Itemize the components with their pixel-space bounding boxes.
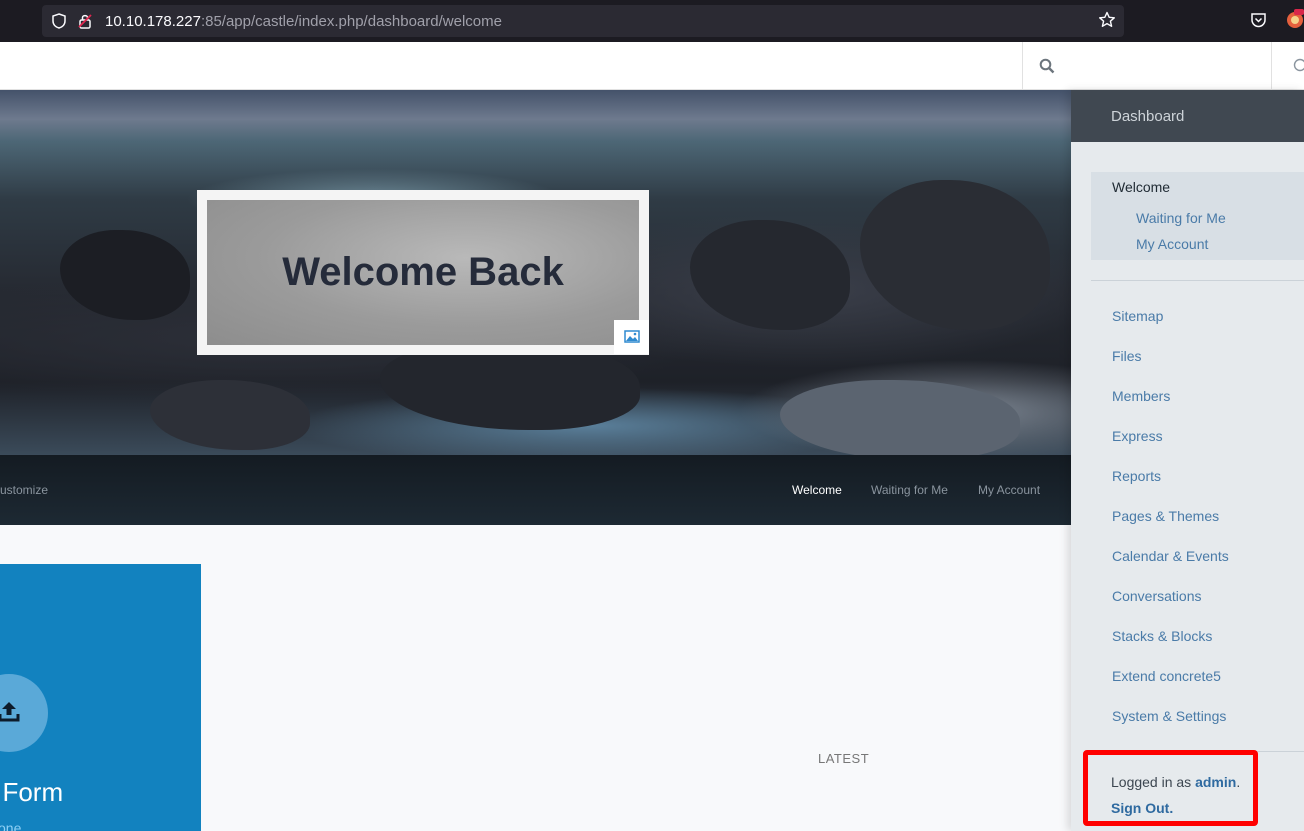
sidebar-item-express[interactable]: Express	[1112, 428, 1163, 444]
latest-heading: LATEST	[818, 751, 870, 766]
sidebar-item-calendar-events[interactable]: Calendar & Events	[1112, 548, 1229, 564]
sidebar-item-extend-concrete5[interactable]: Extend concrete5	[1112, 668, 1221, 684]
bookmark-star-icon[interactable]	[1098, 11, 1116, 29]
address-bar[interactable]: 10.10.178.227:85/app/castle/index.php/da…	[42, 5, 1124, 37]
shield-icon[interactable]	[52, 13, 66, 29]
url-host: 10.10.178.227	[105, 13, 201, 30]
rock-shape	[780, 380, 1020, 455]
nav-item-my-account[interactable]: My Account	[978, 483, 1040, 497]
rock-shape	[150, 380, 310, 450]
sidebar-item-reports[interactable]: Reports	[1112, 468, 1161, 484]
sidebar-item-welcome[interactable]: Welcome	[1112, 179, 1170, 195]
extension-icon[interactable]	[1286, 9, 1304, 29]
sidebar-item-system-settings[interactable]: System & Settings	[1112, 708, 1226, 724]
url-path: :85/app/castle/index.php/dashboard/welco…	[200, 13, 502, 30]
sidebar-item-members[interactable]: Members	[1112, 388, 1170, 404]
sidebar-item-files[interactable]: Files	[1112, 348, 1142, 364]
tile-subtitle: one	[0, 820, 22, 831]
rock-shape	[860, 180, 1050, 330]
url-text: 10.10.178.227:85/app/castle/index.php/da…	[105, 13, 502, 30]
hero-title: Welcome Back	[282, 250, 564, 294]
sidebar-item-sitemap[interactable]: Sitemap	[1112, 308, 1163, 324]
upload-form-tile[interactable]: t Form one	[0, 564, 201, 831]
nav-item-welcome[interactable]: Welcome	[792, 483, 842, 497]
upload-circle	[0, 674, 48, 752]
tile-title: t Form	[0, 777, 64, 807]
sidebar-item-my-account[interactable]: My Account	[1136, 236, 1208, 252]
image-icon[interactable]	[614, 320, 649, 354]
rock-shape	[60, 230, 190, 320]
upload-icon	[0, 702, 20, 722]
dashboard-title[interactable]: Dashboard	[1111, 108, 1184, 125]
divider	[1091, 280, 1304, 281]
highlight-box	[1083, 750, 1258, 826]
sidebar-item-waiting-for-me[interactable]: Waiting for Me	[1136, 210, 1226, 226]
pocket-icon[interactable]	[1250, 12, 1267, 29]
toolbar-search[interactable]	[1022, 42, 1272, 89]
dashboard-panel: Dashboard Welcome Waiting for Me My Acco…	[1071, 90, 1304, 831]
sidebar-item-pages-themes[interactable]: Pages & Themes	[1112, 508, 1219, 524]
browser-toolbar: 10.10.178.227:85/app/castle/index.php/da…	[0, 0, 1304, 42]
insecure-lock-icon[interactable]	[78, 13, 92, 29]
site-nav: ustomize Welcome Waiting for Me My Accou…	[0, 455, 1071, 525]
cms-toolbar	[0, 42, 1304, 90]
help-icon[interactable]	[1293, 58, 1304, 72]
customize-link[interactable]: ustomize	[0, 483, 48, 497]
search-icon[interactable]	[1039, 58, 1055, 74]
rock-shape	[690, 220, 850, 330]
dashboard-header: Dashboard	[1071, 90, 1304, 142]
nav-item-waiting-for-me[interactable]: Waiting for Me	[871, 483, 948, 497]
sidebar-item-stacks-blocks[interactable]: Stacks & Blocks	[1112, 628, 1212, 644]
sidebar-item-conversations[interactable]: Conversations	[1112, 588, 1202, 604]
